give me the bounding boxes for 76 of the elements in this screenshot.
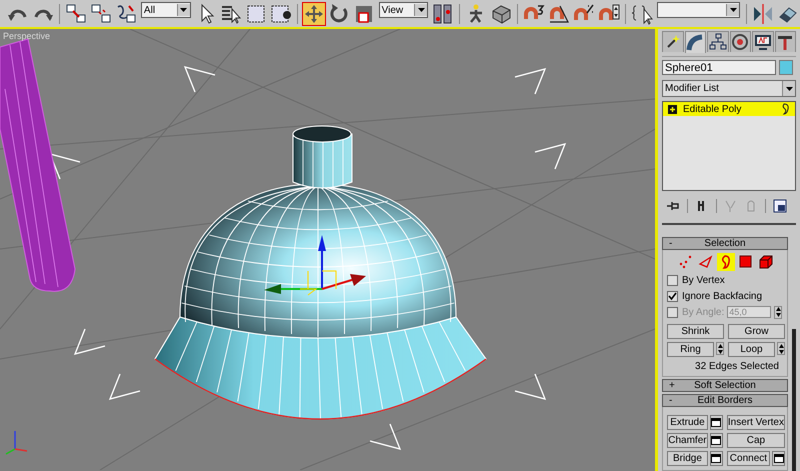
settings-button[interactable] [710, 451, 723, 466]
toolbar-button[interactable] [64, 2, 88, 26]
panel-button[interactable]: Ring [667, 342, 714, 357]
vertex-dots-icon [678, 254, 694, 270]
edge-triangle-icon [698, 254, 714, 270]
dropdown[interactable]: View [378, 2, 428, 18]
unlink-icon [90, 2, 112, 24]
hierarchy-icon [708, 33, 727, 51]
polygon-square-icon [738, 254, 754, 270]
border-loop-icon [781, 103, 790, 115]
panel-button[interactable]: Cap [726, 433, 785, 448]
panel-button[interactable]: Connect [726, 451, 770, 466]
dropdown[interactable]: All [140, 2, 191, 18]
dashed-rectangle-circle-icon [270, 2, 292, 24]
spinner-arrows-icon [778, 344, 784, 354]
spinner-arrows-icon [718, 344, 722, 354]
checkbox[interactable]: Ignore Backfacing [667, 290, 762, 302]
configure-sets-icon [773, 199, 787, 214]
panel-tab[interactable] [684, 31, 706, 53]
window-icon [711, 436, 722, 445]
toolbar-button[interactable] [88, 2, 113, 26]
element-cube-icon [758, 254, 774, 270]
monitor-icon [754, 33, 772, 51]
panel-button[interactable]: Loop [728, 342, 775, 357]
dropdown-arrow-icon [786, 86, 792, 90]
window-icon [711, 454, 722, 463]
selection-status-text: 32 Edges Selected [694, 361, 780, 372]
panel-tab[interactable] [730, 31, 751, 52]
panel-button[interactable]: Grow [728, 324, 785, 339]
mirror-icon [752, 2, 774, 24]
rollout-header[interactable]: + Soft Selection [662, 379, 788, 392]
rollout-header[interactable]: - Selection [662, 237, 788, 250]
modifier-list-dropdown[interactable]: Modifier List [662, 80, 796, 97]
panel-button[interactable]: Shrink [667, 324, 724, 339]
window-icon [774, 454, 784, 463]
panel-button[interactable]: Chamfer [667, 433, 708, 448]
object-color-swatch[interactable] [779, 60, 793, 75]
bent-tube-icon [686, 34, 704, 52]
pivot-icon [432, 2, 454, 24]
scrollbar[interactable] [792, 329, 796, 471]
hammer-icon [776, 33, 794, 51]
dropdown-arrow-icon [418, 8, 425, 12]
spinner-button[interactable] [777, 342, 785, 355]
expand-plus-icon [668, 104, 677, 114]
window-icon [711, 418, 722, 427]
spinner-button[interactable] [774, 306, 782, 318]
panel-tab[interactable] [707, 31, 728, 52]
link-icon [64, 2, 87, 24]
settings-button[interactable] [710, 415, 723, 430]
stack-tool-button[interactable] [771, 198, 789, 214]
panel-tab[interactable] [774, 31, 796, 52]
axis-tripod-icon [6, 431, 28, 455]
subobject-level-button[interactable] [717, 253, 735, 271]
spinner-arrows-icon [776, 307, 781, 317]
dropdown-arrow-icon [180, 8, 188, 12]
checkmark-icon [668, 292, 677, 300]
subobject-level-button[interactable] [757, 253, 775, 271]
dropdown-arrow-icon [730, 8, 737, 12]
checkbox[interactable]: By Vertex [667, 274, 725, 286]
dashed-rectangle-icon [244, 2, 267, 24]
spinner-button[interactable] [716, 342, 724, 355]
panel-button[interactable]: Bridge [667, 451, 708, 466]
settings-button[interactable] [772, 451, 785, 466]
circle-target-icon [731, 33, 750, 51]
stack-item[interactable]: Editable Poly [663, 102, 795, 116]
rollout-header[interactable]: - Edit Borders [662, 394, 788, 407]
panel-tab[interactable] [752, 31, 774, 52]
panel-tab[interactable] [662, 31, 684, 52]
settings-button[interactable] [710, 433, 723, 448]
move-icon [302, 2, 325, 24]
panel-button[interactable]: Extrude [667, 415, 708, 430]
dropdown[interactable] [657, 2, 740, 18]
braces-cursor-icon [631, 2, 654, 24]
rotate-icon [328, 2, 350, 24]
object-name-field[interactable]: Sphere01 [662, 60, 776, 75]
panel-button[interactable]: Insert Vertex [726, 415, 785, 430]
